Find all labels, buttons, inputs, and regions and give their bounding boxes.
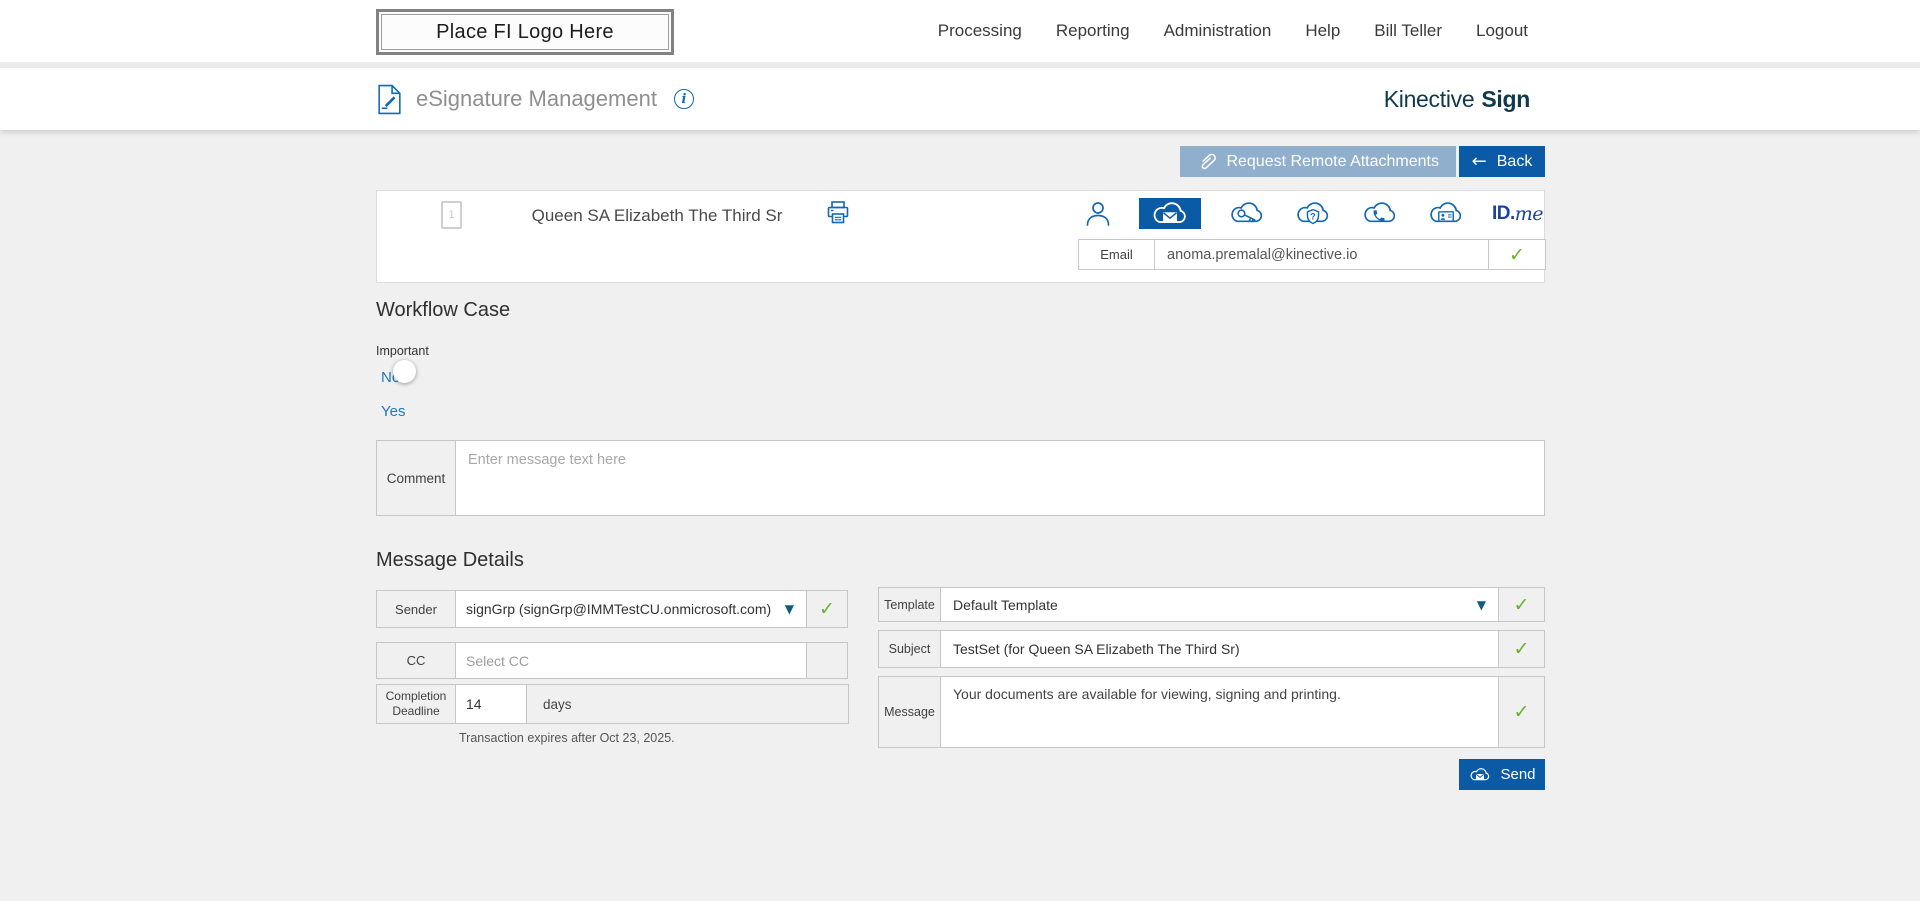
fi-logo-placeholder[interactable]: Place FI Logo Here [376, 9, 674, 55]
cc-input[interactable] [456, 643, 806, 678]
esignature-doc-icon [376, 84, 403, 115]
deadline-field-wrap [456, 685, 527, 723]
esignature-management-page: Place FI Logo Here Processing Reporting … [0, 0, 1920, 901]
important-option-yes[interactable]: Yes [381, 403, 405, 420]
message-row: Message Your documents are available for… [878, 676, 1545, 748]
nav-item-user[interactable]: Bill Teller [1374, 21, 1442, 41]
top-nav-bar: Place FI Logo Here Processing Reporting … [0, 0, 1920, 62]
cloud-phone-icon[interactable] [1360, 199, 1400, 228]
brand-logo: Kinective Sign [1384, 68, 1530, 130]
check-icon: ✓ [1514, 638, 1530, 660]
idme-label-bold: ID. [1492, 203, 1515, 225]
cloud-key-icon[interactable] [1227, 199, 1267, 228]
completion-deadline-row: Completion Deadline days [376, 684, 849, 724]
send-label: Send [1500, 766, 1535, 783]
paperclip-icon [1197, 152, 1216, 172]
check-icon: ✓ [819, 598, 835, 620]
check-icon: ✓ [1514, 594, 1530, 616]
important-label: Important [376, 344, 429, 358]
message-details-title: Message Details [376, 549, 524, 572]
subject-label: Subject [879, 631, 941, 667]
person-icon[interactable] [1083, 198, 1113, 229]
message-valid-cell: ✓ [1499, 677, 1544, 747]
send-button[interactable]: Send [1459, 759, 1545, 790]
document-count: 1 [448, 209, 454, 221]
cloud-shield-question-icon[interactable]: ? [1293, 199, 1333, 228]
message-field-wrap: Your documents are available for viewing… [941, 677, 1499, 747]
cloud-send-icon [1468, 766, 1492, 784]
back-arrow-icon: ← [1472, 153, 1487, 171]
sender-value: signGrp (signGrp@IMMTestCU.onmicrosoft.c… [466, 601, 771, 617]
recipient-name: Queen SA Elizabeth The Third Sr [477, 206, 837, 226]
sender-dropdown[interactable]: signGrp (signGrp@IMMTestCU.onmicrosoft.c… [456, 591, 807, 627]
idme-logo[interactable]: ID.me [1492, 203, 1543, 225]
delivery-method-bar: ? ID [1083, 196, 1543, 231]
check-icon: ✓ [1509, 244, 1525, 266]
back-label: Back [1497, 153, 1533, 171]
nav-item-processing[interactable]: Processing [938, 21, 1022, 41]
request-remote-attachments-button[interactable]: Request Remote Attachments [1180, 146, 1456, 177]
subject-input[interactable] [941, 631, 1498, 667]
email-valid-cell: ✓ [1488, 240, 1545, 269]
sender-label: Sender [377, 591, 456, 627]
sender-row: Sender signGrp (signGrp@IMMTestCU.onmicr… [376, 590, 848, 628]
template-value: Default Template [953, 597, 1058, 613]
comment-textarea[interactable] [456, 441, 1544, 515]
nav-item-help[interactable]: Help [1305, 21, 1340, 41]
sender-valid-cell: ✓ [807, 591, 847, 627]
message-textarea[interactable]: Your documents are available for viewing… [941, 677, 1498, 747]
email-label: Email [1079, 240, 1155, 269]
nav-item-logout[interactable]: Logout [1476, 21, 1528, 41]
back-button[interactable]: ← Back [1459, 146, 1545, 177]
chevron-down-icon: ▼ [785, 602, 794, 616]
message-label: Message [879, 677, 941, 747]
subject-row: Subject ✓ [878, 630, 1545, 668]
cc-valid-cell [807, 643, 847, 678]
svg-text:?: ? [1311, 212, 1316, 222]
comment-field-wrap [456, 441, 1544, 515]
email-row: Email ✓ [1078, 239, 1546, 270]
sub-header: eSignature Management i Kinective Sign [0, 68, 1920, 130]
cc-row: CC [376, 642, 848, 679]
printer-icon[interactable] [824, 198, 852, 227]
cloud-id-card-icon[interactable] [1426, 199, 1466, 228]
fi-logo-label: Place FI Logo Here [381, 14, 669, 50]
document-count-icon: 1 [441, 201, 462, 229]
deadline-input[interactable] [456, 685, 526, 723]
template-valid-cell: ✓ [1499, 588, 1544, 621]
idme-label-italic: me [1515, 203, 1543, 225]
deadline-expiry-note: Transaction expires after Oct 23, 2025. [459, 731, 675, 745]
cc-label: CC [377, 643, 456, 678]
workflow-case-title: Workflow Case [376, 299, 510, 322]
comment-row: Comment [376, 440, 1545, 516]
email-input[interactable] [1155, 240, 1488, 269]
brand-name: Kinective [1384, 86, 1475, 113]
template-row: Template Default Template ▼ ✓ [878, 587, 1545, 622]
subject-field-wrap [941, 631, 1499, 667]
page-title: eSignature Management [416, 86, 657, 112]
template-dropdown[interactable]: Default Template ▼ [941, 588, 1499, 621]
toolbar: Request Remote Attachments ← Back [1180, 146, 1545, 177]
nav-menu: Processing Reporting Administration Help… [938, 0, 1528, 62]
info-icon[interactable]: i [674, 89, 694, 109]
comment-label: Comment [377, 441, 456, 515]
recipient-card: 1 Queen SA Elizabeth The Third Sr [376, 190, 1545, 283]
deadline-unit-label: days [543, 685, 572, 723]
brand-product: Sign [1481, 86, 1530, 113]
subject-valid-cell: ✓ [1499, 631, 1544, 667]
template-label: Template [879, 588, 941, 621]
completion-deadline-label: Completion Deadline [377, 685, 456, 723]
request-remote-attachments-label: Request Remote Attachments [1226, 153, 1439, 171]
nav-item-administration[interactable]: Administration [1164, 21, 1272, 41]
chevron-down-icon: ▼ [1477, 598, 1486, 612]
check-icon: ✓ [1514, 701, 1530, 723]
cc-field-wrap [456, 643, 807, 678]
important-toggle-knob[interactable] [393, 360, 416, 383]
nav-item-reporting[interactable]: Reporting [1056, 21, 1130, 41]
cloud-email-icon[interactable] [1139, 198, 1201, 229]
